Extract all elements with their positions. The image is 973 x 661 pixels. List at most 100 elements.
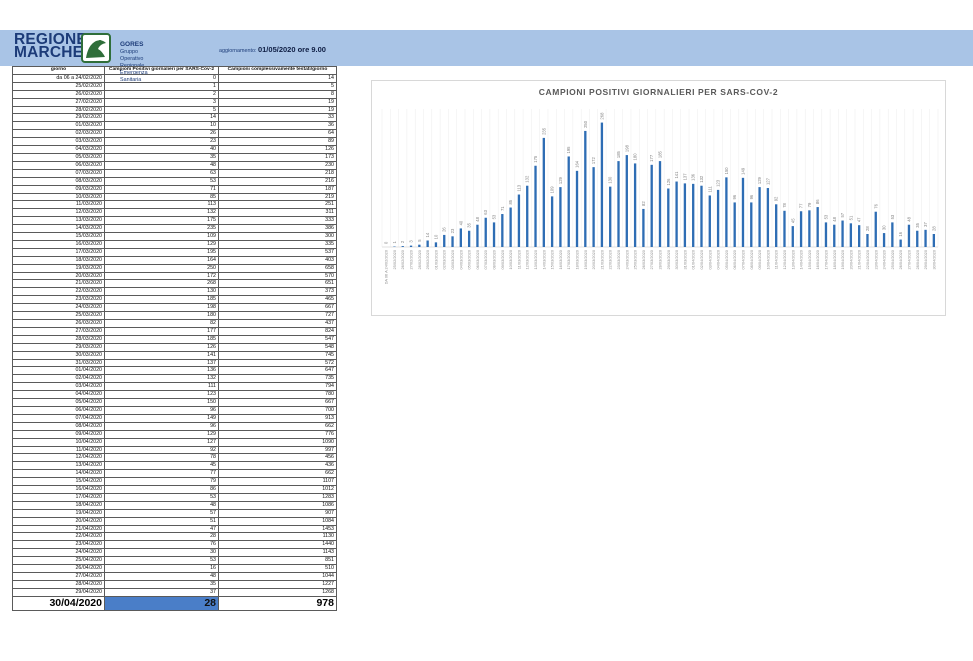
chart-data-label: 57 bbox=[840, 212, 845, 217]
table-row: 27/04/2020 48 1044 bbox=[12, 572, 337, 581]
table-row: 20/03/2020 172 570 bbox=[12, 271, 337, 281]
testati-cell: 456 bbox=[218, 453, 337, 463]
chart-data-label: 185 bbox=[658, 150, 663, 158]
table-row: 07/04/2020 149 913 bbox=[12, 413, 337, 423]
chart-bar bbox=[874, 211, 877, 247]
table-row: 27/03/2020 177 824 bbox=[12, 326, 337, 336]
table-row: 05/03/2020 35 173 bbox=[12, 152, 337, 162]
chart-bar bbox=[791, 226, 794, 247]
positivi-cell: 129 bbox=[104, 429, 219, 439]
chart-category-label: 09/04/2020 bbox=[757, 249, 762, 269]
date-cell: 26/03/2020 bbox=[12, 319, 105, 328]
date-cell: 13/03/2020 bbox=[12, 216, 105, 226]
date-cell: 21/03/2020 bbox=[12, 279, 105, 289]
chart-bar bbox=[501, 214, 504, 247]
date-cell: 29/02/2020 bbox=[12, 113, 105, 123]
testati-cell: 333 bbox=[218, 216, 337, 226]
chart-bar bbox=[584, 130, 587, 247]
chart-bar bbox=[833, 224, 836, 247]
chart-bar bbox=[459, 228, 462, 247]
chart-bar bbox=[492, 222, 496, 247]
table-row: 23/03/2020 185 465 bbox=[12, 295, 337, 305]
testati-cell: 1086 bbox=[218, 500, 337, 510]
testati-cell: 548 bbox=[218, 342, 337, 352]
positivi-cell: 63 bbox=[104, 168, 219, 178]
chart-data-label: 86 bbox=[815, 199, 820, 204]
chart-bar bbox=[708, 195, 711, 247]
table-header-row: giorno Campioni Positivi giornalieri per… bbox=[12, 66, 337, 75]
positivi-cell: 132 bbox=[104, 374, 219, 384]
chart-category-label: 28/02/2020 bbox=[417, 249, 422, 269]
chart-data-label: 130 bbox=[608, 176, 613, 184]
positivi-cell: 96 bbox=[104, 405, 219, 415]
chart-data-label: 23 bbox=[450, 228, 455, 233]
testati-cell: 126 bbox=[218, 145, 337, 154]
table-row: 21/04/2020 47 1453 bbox=[12, 524, 337, 534]
table-row: 12/04/2020 78 456 bbox=[12, 453, 337, 463]
table-row: 12/03/2020 132 311 bbox=[12, 208, 337, 218]
table-row: 29/03/2020 126 548 bbox=[12, 342, 337, 352]
last-testati-cell: 978 bbox=[218, 595, 337, 611]
date-cell: 18/03/2020 bbox=[12, 255, 105, 265]
table-row: 11/03/2020 113 251 bbox=[12, 200, 337, 210]
date-cell: 30/03/2020 bbox=[12, 350, 105, 360]
chart-data-label: 132 bbox=[525, 175, 530, 183]
chart-category-label: 20/03/2020 bbox=[591, 249, 596, 269]
chart-data-label: 35 bbox=[467, 222, 472, 227]
positivi-cell: 268 bbox=[104, 279, 219, 289]
positivi-cell: 1 bbox=[104, 81, 219, 91]
positivi-cell: 123 bbox=[104, 390, 219, 400]
testati-cell: 403 bbox=[218, 255, 337, 265]
date-cell: 20/04/2020 bbox=[12, 516, 105, 526]
positivi-cell: 40 bbox=[104, 145, 219, 154]
chart-bar bbox=[600, 122, 604, 247]
chart-data-label: 123 bbox=[716, 179, 721, 187]
date-cell: 05/03/2020 bbox=[12, 152, 105, 162]
chart-bar bbox=[725, 177, 728, 247]
positivi-cell: 2 bbox=[104, 89, 219, 99]
chart-bar bbox=[841, 220, 844, 247]
positivi-cell: 37 bbox=[104, 587, 219, 597]
positivi-cell: 86 bbox=[104, 485, 219, 494]
chart-data-label: 3 bbox=[409, 240, 414, 243]
testati-cell: 219 bbox=[218, 192, 337, 202]
testati-cell: 1453 bbox=[218, 524, 337, 534]
positivi-cell: 85 bbox=[104, 192, 219, 202]
chart-category-label: 29/04/2020 bbox=[923, 249, 928, 269]
chart-category-label: 30/03/2020 bbox=[674, 249, 679, 269]
testati-cell: 8 bbox=[218, 89, 337, 99]
positivi-cell: 10 bbox=[104, 121, 219, 131]
chart-data-label: 28 bbox=[865, 226, 870, 231]
date-cell: 18/04/2020 bbox=[12, 500, 105, 510]
chart-bar bbox=[542, 137, 545, 247]
chart-category-label: 28/04/2020 bbox=[915, 249, 920, 269]
chart-category-label: 22/04/2020 bbox=[865, 249, 870, 269]
table-row: 01/04/2020 136 647 bbox=[12, 366, 337, 376]
chart-category-label: 13/03/2020 bbox=[533, 249, 538, 269]
date-cell: 16/03/2020 bbox=[12, 239, 105, 249]
chart-category-label: 03/03/2020 bbox=[450, 249, 455, 269]
chart-data-label: 14 bbox=[425, 232, 430, 237]
date-cell: da 06 a 24/02/2020 bbox=[12, 73, 105, 83]
date-cell: 23/04/2020 bbox=[12, 540, 105, 550]
chart-bar bbox=[418, 244, 421, 247]
table-row: 10/03/2020 85 219 bbox=[12, 192, 337, 202]
col-header-giorno: giorno bbox=[12, 66, 105, 75]
positivi-cell: 23 bbox=[104, 137, 219, 147]
testati-cell: 89 bbox=[218, 137, 337, 147]
table-row: 26/03/2020 82 437 bbox=[12, 319, 337, 328]
chart-data-label: 30 bbox=[882, 225, 887, 230]
table-row: 26/02/2020 2 8 bbox=[12, 89, 337, 99]
positivi-cell: 177 bbox=[104, 326, 219, 336]
chart-data-label: 40 bbox=[458, 220, 463, 225]
date-cell: 26/04/2020 bbox=[12, 564, 105, 573]
testati-cell: 851 bbox=[218, 556, 337, 566]
chart-bar bbox=[467, 230, 471, 247]
col-header-testati: Campioni complessivamente testati/giorno bbox=[218, 66, 337, 75]
date-cell: 17/03/2020 bbox=[12, 247, 105, 257]
positivi-cell: 45 bbox=[104, 461, 219, 471]
chart-bar bbox=[567, 156, 570, 247]
chart-data-label: 2 bbox=[400, 240, 405, 243]
positivi-cell: 5 bbox=[104, 105, 219, 115]
update-info: aggiornamento: 01/05/2020 ore 9.00 bbox=[219, 45, 326, 54]
